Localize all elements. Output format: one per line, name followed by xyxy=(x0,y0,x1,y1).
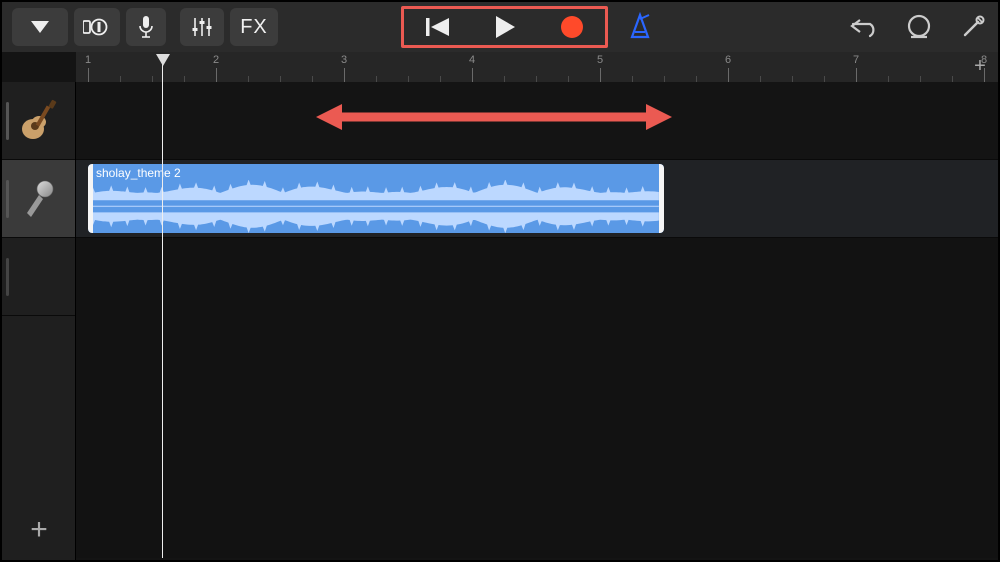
track-volume-indicator[interactable] xyxy=(6,102,9,140)
top-toolbar: FX xyxy=(2,2,998,52)
add-marker-button[interactable]: + xyxy=(968,54,992,78)
fx-button[interactable]: FX xyxy=(230,8,278,46)
app-frame: FX xyxy=(0,0,1000,562)
play-button[interactable] xyxy=(485,10,525,44)
track-row-empty[interactable] xyxy=(76,238,998,558)
view-menu-button[interactable] xyxy=(12,8,68,46)
region-label: sholay_theme 2 xyxy=(88,164,664,182)
transport-controls-highlight xyxy=(401,6,608,48)
bar-number: 6 xyxy=(725,54,731,66)
bar-number: 3 xyxy=(341,54,347,66)
track-headers: + xyxy=(2,82,76,560)
audio-region[interactable]: sholay_theme 2 xyxy=(88,164,664,233)
tracks-area[interactable]: sholay_theme 2 xyxy=(76,82,998,560)
record-button[interactable] xyxy=(552,10,592,44)
bar-number: 1 xyxy=(85,54,91,66)
waveform xyxy=(93,180,659,233)
annotation-arrow xyxy=(316,104,672,130)
track-header-guitar[interactable] xyxy=(2,82,75,160)
metronome-button[interactable] xyxy=(626,12,656,42)
loop-button[interactable] xyxy=(904,12,934,42)
bar-number: 4 xyxy=(469,54,475,66)
playhead[interactable] xyxy=(162,62,163,558)
mixer-button[interactable] xyxy=(180,8,224,46)
track-row[interactable]: sholay_theme 2 xyxy=(76,160,998,238)
track-volume-indicator[interactable] xyxy=(6,258,9,296)
settings-button[interactable] xyxy=(958,12,988,42)
undo-button[interactable] xyxy=(850,12,880,42)
rewind-button[interactable] xyxy=(418,10,458,44)
bar-number: 2 xyxy=(213,54,219,66)
bar-number: 7 xyxy=(853,54,859,66)
track-header-audio[interactable] xyxy=(2,160,75,238)
guitar-icon xyxy=(17,99,61,143)
right-tool-group xyxy=(850,2,988,52)
add-track-button[interactable]: + xyxy=(2,500,76,560)
library-button[interactable] xyxy=(74,8,120,46)
track-volume-indicator[interactable] xyxy=(6,180,9,218)
bar-number: 5 xyxy=(597,54,603,66)
track-header-empty[interactable] xyxy=(2,238,75,316)
timeline-ruler[interactable]: 12345678 xyxy=(76,52,998,82)
input-mic-button[interactable] xyxy=(126,8,166,46)
microphone-icon xyxy=(17,177,61,221)
